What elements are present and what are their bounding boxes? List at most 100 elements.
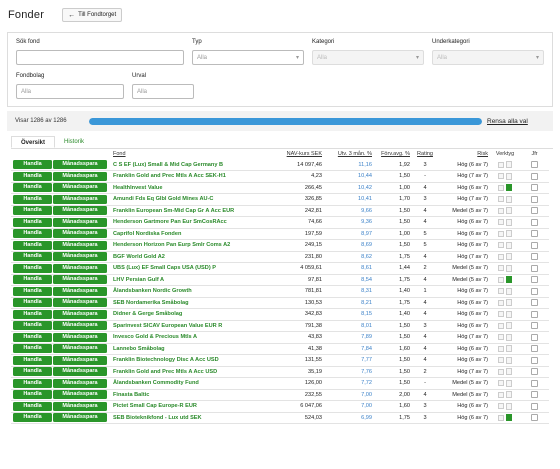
- monthly-save-button[interactable]: Månadsspara: [53, 286, 107, 296]
- bookmark-icon[interactable]: [506, 345, 512, 353]
- watch-checkbox[interactable]: [498, 242, 504, 249]
- buy-button[interactable]: Handla: [13, 183, 52, 193]
- buy-button[interactable]: Handla: [13, 194, 52, 204]
- bookmark-icon[interactable]: [506, 368, 512, 376]
- fund-name-link[interactable]: Finasta Baltic: [113, 392, 149, 398]
- buy-button[interactable]: Handla: [13, 229, 52, 239]
- compare-checkbox[interactable]: [531, 241, 538, 249]
- watch-checkbox[interactable]: [498, 345, 504, 352]
- compare-checkbox[interactable]: [531, 195, 538, 203]
- monthly-save-button[interactable]: Månadsspara: [53, 171, 107, 181]
- buy-button[interactable]: Handla: [13, 217, 52, 227]
- watch-checkbox[interactable]: [498, 322, 504, 329]
- buy-button[interactable]: Handla: [13, 263, 52, 273]
- bookmark-icon[interactable]: [506, 195, 512, 203]
- watch-checkbox[interactable]: [498, 391, 504, 398]
- bookmark-icon[interactable]: [506, 172, 512, 180]
- monthly-save-button[interactable]: Månadsspara: [53, 160, 107, 169]
- monthly-save-button[interactable]: Månadsspara: [53, 217, 107, 227]
- watch-checkbox[interactable]: [498, 253, 504, 260]
- watch-checkbox[interactable]: [498, 334, 504, 341]
- watch-checkbox[interactable]: [498, 207, 504, 214]
- category-select[interactable]: Alla ▾: [312, 50, 424, 65]
- compare-checkbox[interactable]: [531, 414, 538, 422]
- monthly-save-button[interactable]: Månadsspara: [53, 298, 107, 308]
- fund-name-link[interactable]: SEB Nordamerika Småbolag: [113, 300, 189, 306]
- fund-name-link[interactable]: Pictet Small Cap Europe-R EUR: [113, 403, 197, 409]
- type-select[interactable]: Alla ▾: [192, 50, 304, 65]
- return-column-header[interactable]: Utv. 3 mån. %: [324, 149, 374, 159]
- compare-checkbox[interactable]: [531, 379, 538, 387]
- fund-name-link[interactable]: Invesco Gold & Precious Mtls A: [113, 334, 197, 340]
- compare-checkbox[interactable]: [531, 184, 538, 192]
- fund-name-link[interactable]: Ålandsbanken Nordic Growth: [113, 288, 192, 294]
- buy-button[interactable]: Handla: [13, 367, 52, 377]
- monthly-save-button[interactable]: Månadsspara: [53, 309, 107, 319]
- bookmark-icon[interactable]: [506, 207, 512, 215]
- bookmark-icon[interactable]: [506, 299, 512, 307]
- buy-button[interactable]: Handla: [13, 355, 52, 365]
- compare-checkbox[interactable]: [531, 276, 538, 284]
- buy-button[interactable]: Handla: [13, 413, 52, 423]
- monthly-save-button[interactable]: Månadsspara: [53, 401, 107, 411]
- compare-checkbox[interactable]: [531, 345, 538, 353]
- bookmark-icon[interactable]: [506, 230, 512, 238]
- monthly-save-button[interactable]: Månadsspara: [53, 240, 107, 250]
- bookmark-icon[interactable]: [506, 253, 512, 261]
- compare-checkbox[interactable]: [531, 218, 538, 226]
- fund-name-link[interactable]: HealthInvest Value: [113, 185, 162, 191]
- watch-checkbox[interactable]: [498, 311, 504, 318]
- bookmark-icon[interactable]: [506, 414, 512, 422]
- fund-name-link[interactable]: SEB Bioteknikfond - Lux utd SEK: [113, 415, 202, 421]
- risk-column-header[interactable]: Risk: [438, 149, 490, 159]
- buy-button[interactable]: Handla: [13, 240, 52, 250]
- monthly-save-button[interactable]: Månadsspara: [53, 183, 107, 193]
- watch-checkbox[interactable]: [498, 414, 504, 421]
- watch-checkbox[interactable]: [498, 161, 504, 168]
- fund-name-link[interactable]: Lannebo Småbolag: [113, 346, 165, 352]
- monthly-save-button[interactable]: Månadsspara: [53, 194, 107, 204]
- bookmark-icon[interactable]: [506, 264, 512, 272]
- monthly-save-button[interactable]: Månadsspara: [53, 378, 107, 388]
- buy-button[interactable]: Handla: [13, 275, 52, 285]
- selection-select[interactable]: Alla: [132, 84, 194, 99]
- monthly-save-button[interactable]: Månadsspara: [53, 332, 107, 342]
- bookmark-icon[interactable]: [506, 379, 512, 387]
- monthly-save-button[interactable]: Månadsspara: [53, 275, 107, 285]
- monthly-save-button[interactable]: Månadsspara: [53, 344, 107, 354]
- fund-name-link[interactable]: Didner & Gerge Småbolag: [113, 311, 182, 317]
- fee-column-header[interactable]: Förv.avg. %: [374, 149, 412, 159]
- fund-name-link[interactable]: Franklin Gold and Prec Mtls A Acc SEK-H1: [113, 173, 226, 179]
- monthly-save-button[interactable]: Månadsspara: [53, 413, 107, 423]
- rating-column-header[interactable]: Rating: [412, 149, 438, 159]
- watch-checkbox[interactable]: [498, 219, 504, 226]
- bookmark-icon[interactable]: [506, 184, 512, 192]
- tab-overview[interactable]: Översikt: [11, 136, 56, 148]
- buy-button[interactable]: Handla: [13, 321, 52, 331]
- buy-button[interactable]: Handla: [13, 309, 52, 319]
- buy-button[interactable]: Handla: [13, 390, 52, 400]
- watch-checkbox[interactable]: [498, 368, 504, 375]
- compare-checkbox[interactable]: [531, 391, 538, 399]
- bookmark-icon[interactable]: [506, 333, 512, 341]
- fund-name-link[interactable]: BGF World Gold A2: [113, 254, 165, 260]
- buy-button[interactable]: Handla: [13, 160, 52, 169]
- bookmark-icon[interactable]: [506, 322, 512, 330]
- watch-checkbox[interactable]: [498, 403, 504, 410]
- fund-name-link[interactable]: Franklin Gold and Prec Mtls A Acc USD: [113, 369, 217, 375]
- bookmark-icon[interactable]: [506, 402, 512, 410]
- fund-name-link[interactable]: Caprifol Nordiska Fonden: [113, 231, 181, 237]
- fund-column-header[interactable]: Fond: [111, 149, 276, 159]
- compare-checkbox[interactable]: [531, 299, 538, 307]
- subcategory-select[interactable]: Alla ▾: [432, 50, 544, 65]
- buy-button[interactable]: Handla: [13, 171, 52, 181]
- watch-checkbox[interactable]: [498, 380, 504, 387]
- compare-checkbox[interactable]: [531, 287, 538, 295]
- buy-button[interactable]: Handla: [13, 286, 52, 296]
- fund-name-link[interactable]: Franklin Biotechnology Disc A Acc USD: [113, 357, 219, 363]
- watch-checkbox[interactable]: [498, 196, 504, 203]
- bookmark-icon[interactable]: [506, 287, 512, 295]
- fund-name-link[interactable]: LHV Persian Gulf A: [113, 277, 164, 283]
- fund-name-link[interactable]: Henderson Horizon Pan Eurp Smlr Coms A2: [113, 242, 230, 248]
- buy-button[interactable]: Handla: [13, 252, 52, 262]
